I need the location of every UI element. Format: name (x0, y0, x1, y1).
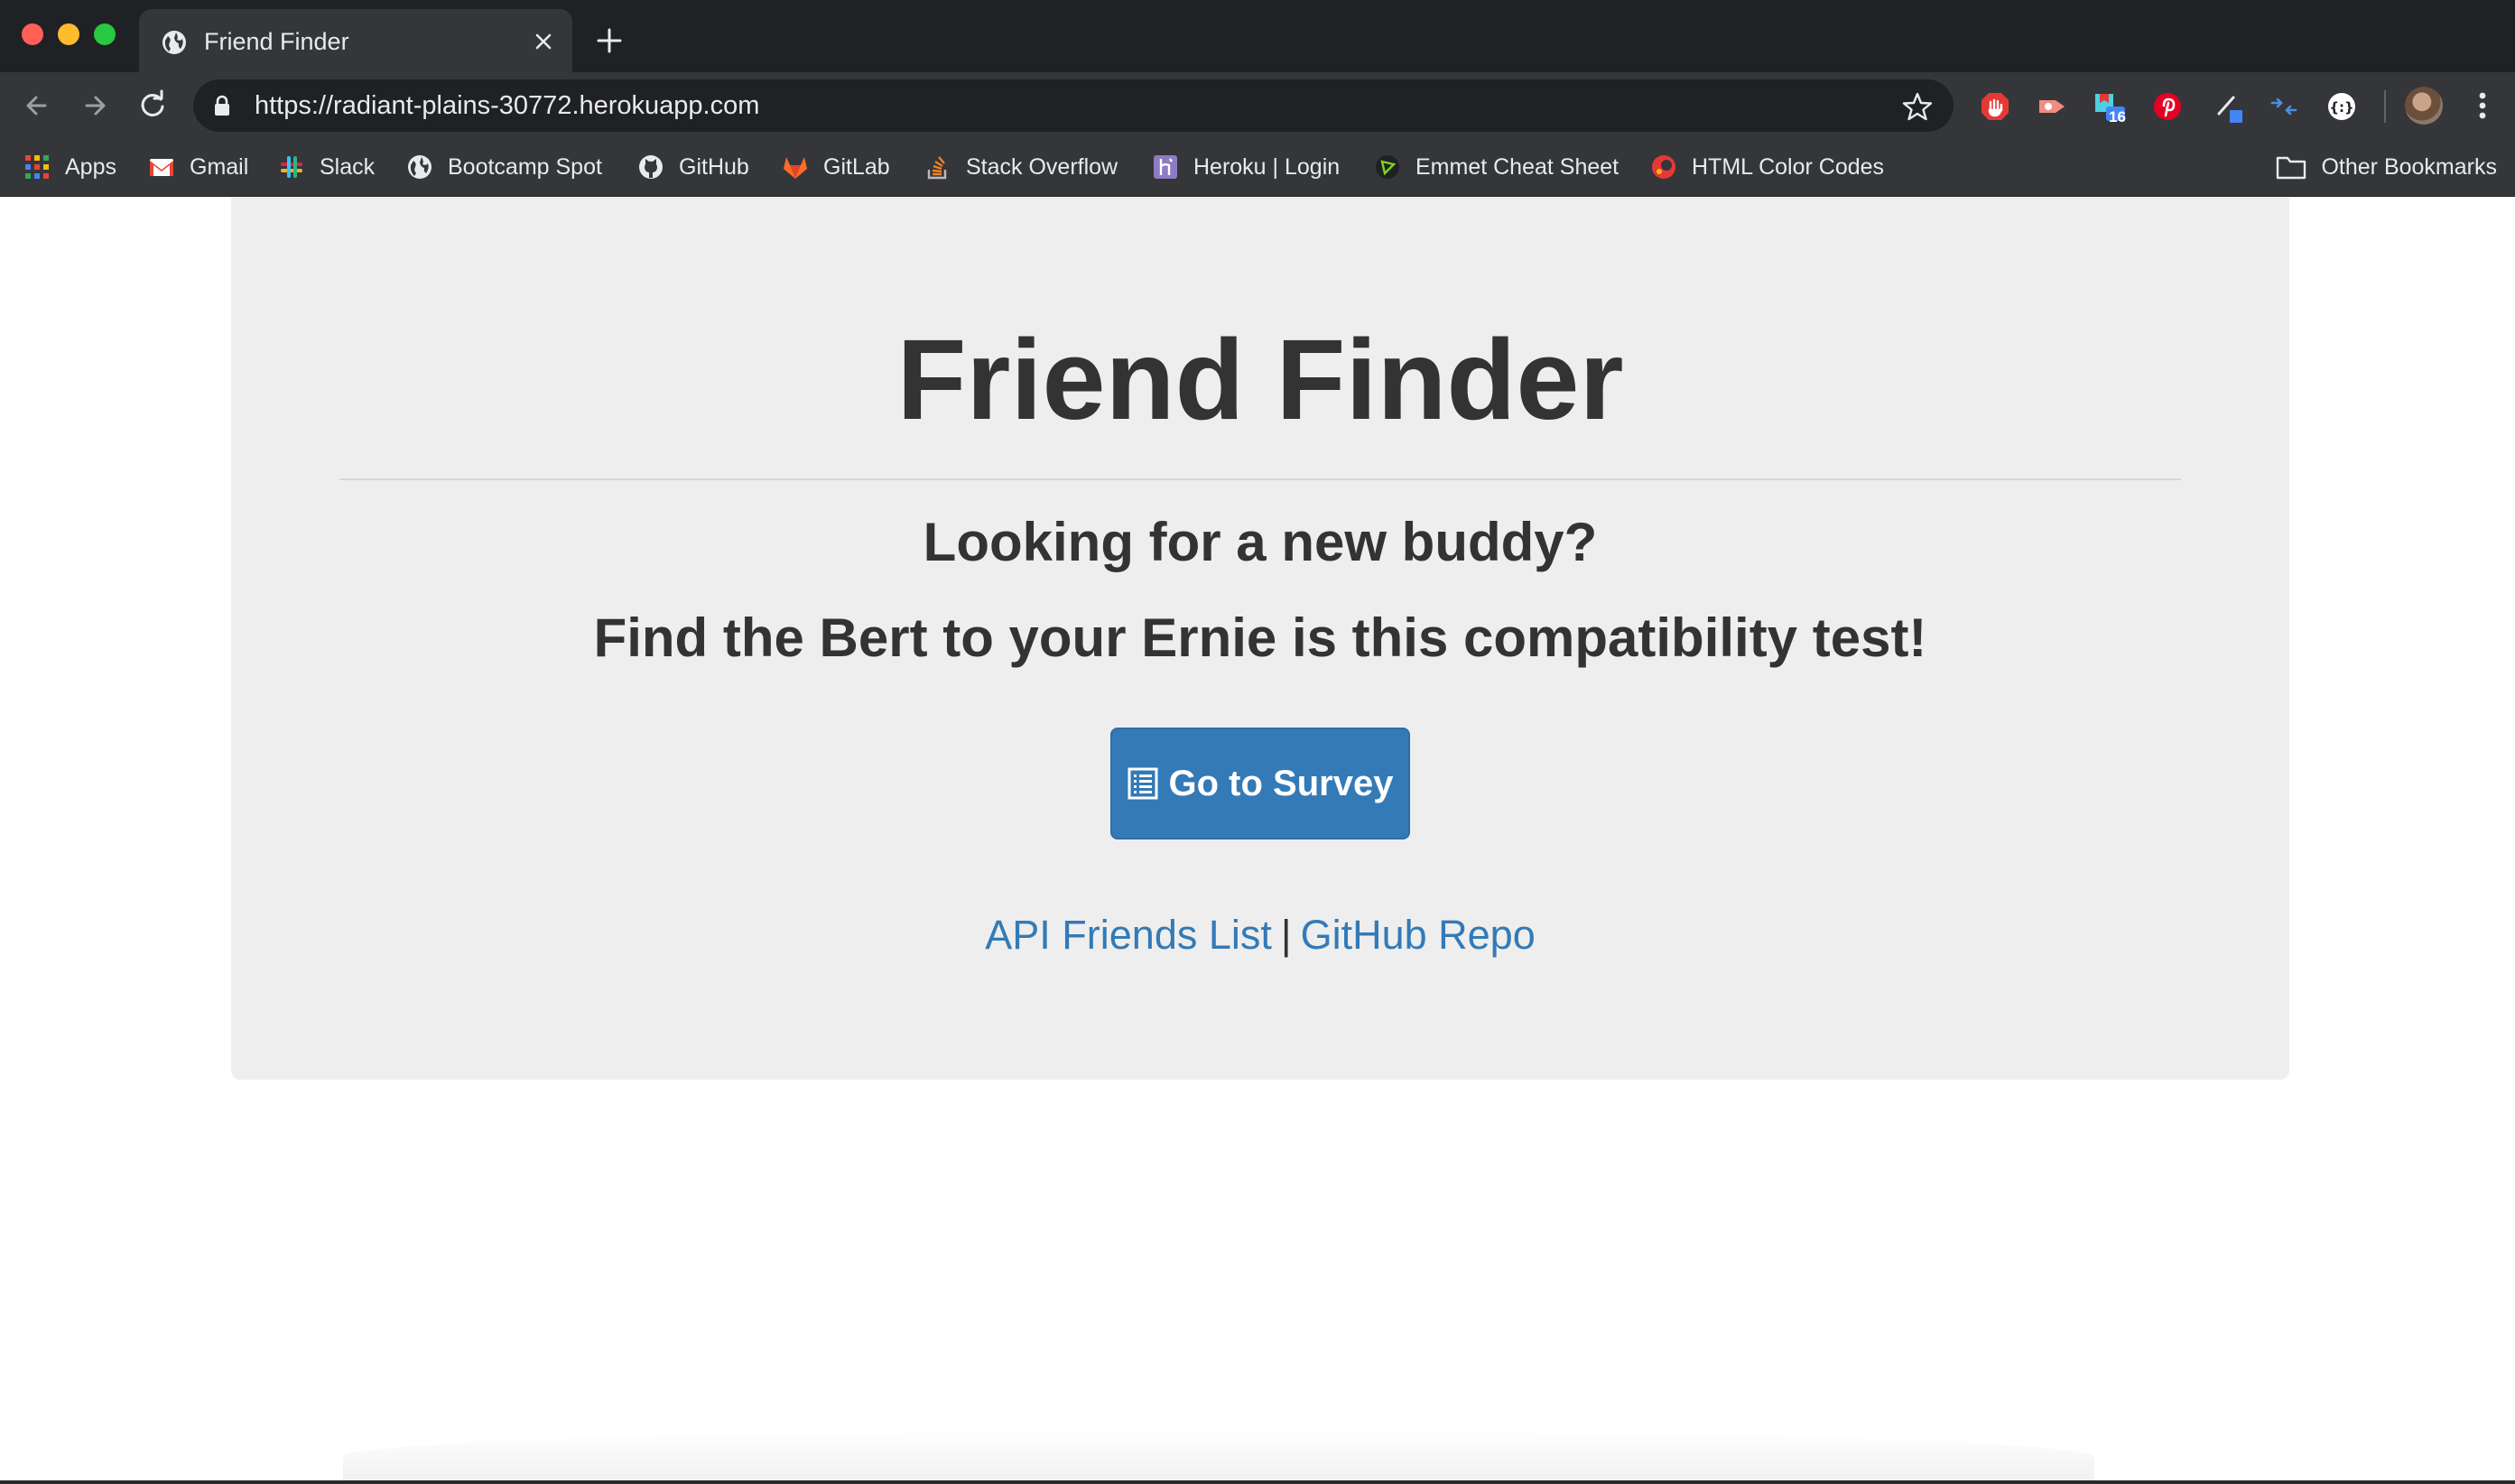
more-menu-icon[interactable] (2466, 87, 2499, 125)
bookmark-stack-overflow[interactable]: Stack Overflow (924, 148, 1118, 186)
bookmark-label: Slack (320, 153, 376, 180)
close-icon[interactable] (529, 27, 558, 56)
minimize-window-button[interactable] (58, 23, 79, 45)
bookmark-label: Apps (65, 153, 116, 180)
lock-icon[interactable] (213, 95, 231, 116)
bookmark-label: Heroku | Login (1193, 153, 1341, 180)
bookmark-label: GitLab (823, 153, 890, 180)
bookmarks-bar: Apps Gmail Slack Bootcamp Spot GitHub Gi… (0, 139, 2515, 197)
html-color-codes-icon (1652, 155, 1675, 179)
bookmark-bootcamp-spot[interactable]: Bootcamp Spot (406, 148, 602, 186)
browser-toolbar: https://radiant-plains-30772.herokuapp.c… (0, 72, 2515, 139)
survey-button-label: Go to Survey (1168, 763, 1394, 803)
globe-icon (162, 31, 186, 54)
bookmark-label: GitHub (679, 153, 749, 180)
adblock-extension-icon[interactable] (1979, 90, 2011, 123)
api-friends-list-link[interactable]: API Friends List (985, 912, 1272, 958)
bookmark-gitlab[interactable]: GitLab (782, 148, 890, 186)
new-tab-plus-icon[interactable] (594, 25, 625, 56)
jumbotron: Friend Finder Looking for a new buddy? F… (231, 197, 2289, 1080)
translate-extension-icon[interactable] (2268, 90, 2300, 123)
tab-strip: Friend Finder (0, 0, 2515, 72)
gmail-icon (150, 159, 173, 176)
footer-links: API Friends List | GitHub Repo (231, 912, 2289, 959)
emmet-icon (1376, 155, 1399, 179)
svg-text:{:}: {:} (2329, 99, 2353, 116)
bookmark-emmet-cheat-sheet[interactable]: Emmet Cheat Sheet (1374, 148, 1619, 186)
bookmark-slack[interactable]: Slack (278, 148, 375, 186)
maximize-window-button[interactable] (94, 23, 116, 45)
heroku-icon (1154, 155, 1177, 179)
stack-overflow-icon (927, 156, 947, 180)
bookmark-label: Stack Overflow (966, 153, 1118, 180)
go-to-survey-button[interactable]: Go to Survey (1110, 728, 1410, 839)
color-picker-extension-icon[interactable] (2213, 90, 2246, 123)
github-repo-link[interactable]: GitHub Repo (1301, 912, 1536, 958)
apps-grid-icon (25, 155, 49, 179)
page-title: Friend Finder (896, 316, 1624, 443)
divider (339, 478, 2181, 480)
profile-avatar[interactable] (2405, 87, 2443, 125)
globe-icon (408, 155, 432, 179)
page-viewport: Friend Finder Looking for a new buddy? F… (0, 197, 2515, 1484)
pinterest-extension-icon[interactable] (2151, 90, 2184, 123)
github-icon (639, 155, 663, 179)
list-alt-icon (1128, 767, 1158, 800)
back-arrow-icon[interactable] (18, 87, 56, 125)
bookmark-heroku-login[interactable]: Heroku | Login (1152, 148, 1340, 186)
bookmark-star-icon[interactable] (1901, 90, 1934, 123)
bookmark-gmail[interactable]: Gmail (148, 148, 248, 186)
bookmark-label: Emmet Cheat Sheet (1415, 153, 1619, 180)
bookmark-apps[interactable]: Apps (23, 148, 116, 186)
bookmark-html-color-codes[interactable]: HTML Color Codes (1650, 148, 1884, 186)
active-tab[interactable]: Friend Finder (139, 9, 572, 72)
tab-title: Friend Finder (204, 28, 349, 55)
reload-icon[interactable] (134, 87, 172, 125)
link-separator: | (1280, 912, 1292, 958)
toolbar-separator (2384, 90, 2386, 123)
bookmark-label: Other Bookmarks (2321, 153, 2497, 180)
folder-icon (2277, 156, 2306, 180)
bookmark-github[interactable]: GitHub (637, 148, 749, 186)
gitlab-icon (784, 157, 807, 179)
slack-icon (281, 156, 302, 178)
close-window-button[interactable] (22, 23, 43, 45)
extension-badge: 16 (2109, 108, 2126, 125)
window-bottom-edge (0, 1480, 2515, 1484)
bookmark-other-bookmarks[interactable]: Other Bookmarks (2276, 148, 2497, 186)
screen-recorder-extension-icon[interactable] (2036, 90, 2068, 123)
address-bar[interactable]: https://radiant-plains-30772.herokuapp.c… (193, 79, 1954, 132)
bookmark-label: Gmail (190, 153, 249, 180)
page-tagline: Find the Bert to your Ernie is this comp… (593, 608, 1927, 668)
bookmark-label: HTML Color Codes (1692, 153, 1885, 180)
page-subtitle: Looking for a new buddy? (923, 512, 1598, 572)
forward-arrow-icon[interactable] (76, 87, 114, 125)
bookmark-label: Bootcamp Spot (448, 153, 602, 180)
url-text[interactable]: https://radiant-plains-30772.herokuapp.c… (255, 88, 759, 123)
json-viewer-extension-icon[interactable]: {:} (2325, 90, 2358, 123)
bottom-shadow (343, 1430, 2094, 1484)
